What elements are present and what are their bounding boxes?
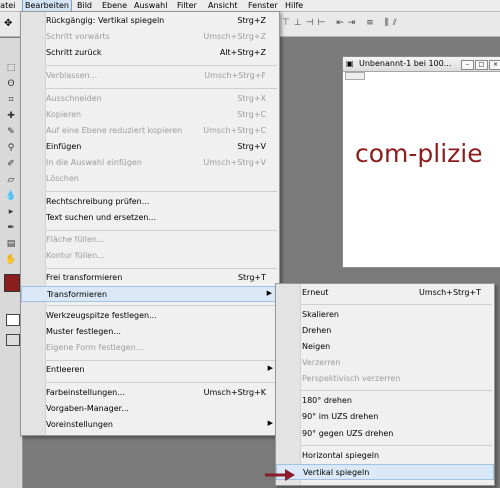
menu-item-color-settings[interactable]: Farbeinstellungen... Umsch+Strg+K xyxy=(21,385,279,401)
close-icon[interactable]: × xyxy=(489,60,500,70)
menu-item-preferences[interactable]: Voreinstellungen ▶ xyxy=(21,417,279,433)
menu-separator xyxy=(46,360,277,361)
transform-submenu: Erneut Umsch+Strg+T Skalieren Drehen Neig… xyxy=(275,283,495,486)
menu-separator xyxy=(46,191,277,192)
pen-tool-icon[interactable]: ✒ xyxy=(4,222,18,235)
submenu-item-flip-horizontal[interactable]: Horizontal spiegeln xyxy=(276,448,494,464)
menu-item-step-forward[interactable]: Schritt vorwärts Umsch+Strg+Z xyxy=(21,29,279,45)
edit-menu: Rückgängig: Vertikal spiegeln Strg+Z Schr… xyxy=(20,11,280,436)
move-tool-icon[interactable]: ✥ xyxy=(4,18,12,29)
crop-tool-icon[interactable]: ⌗ xyxy=(4,94,18,107)
document-window: ▣ Unbenannt-1 bei 100... – □ × com-plizi… xyxy=(342,56,500,268)
menu-separator xyxy=(46,305,277,306)
document-title: Unbenannt-1 bei 100... xyxy=(359,59,452,68)
submenu-item-rotate-90-ccw[interactable]: 90° gegen UZS drehen xyxy=(276,426,494,442)
minimize-icon[interactable]: – xyxy=(461,60,474,70)
menu-item-step-back[interactable]: Schritt zurück Alt+Strg+Z xyxy=(21,45,279,61)
menu-item-free-transform[interactable]: Frei transformieren Strg+T xyxy=(21,270,279,286)
menu-item-define-pattern[interactable]: Muster festlegen... xyxy=(21,324,279,340)
menu-separator xyxy=(301,390,492,391)
menu-separator xyxy=(301,445,492,446)
menu-item-fill[interactable]: Fläche füllen... xyxy=(21,232,279,248)
annotation-arrow-icon xyxy=(265,469,295,481)
menu-filter[interactable]: Filter xyxy=(177,0,197,11)
menu-item-spellcheck[interactable]: Rechtschreibung prüfen... xyxy=(21,194,279,210)
submenu-item-rotate-180[interactable]: 180° drehen xyxy=(276,393,494,409)
menu-separator xyxy=(46,65,277,66)
submenu-item-again[interactable]: Erneut Umsch+Strg+T xyxy=(276,285,494,301)
menu-item-copy-merged[interactable]: Auf eine Ebene reduziert kopieren Umsch+S… xyxy=(21,123,279,139)
menu-item-clear[interactable]: Löschen xyxy=(21,171,279,187)
path-select-icon[interactable]: ▸ xyxy=(4,206,18,219)
quick-mask-icon[interactable] xyxy=(6,314,20,326)
lasso-tool-icon[interactable]: ʘ xyxy=(4,78,18,91)
menu-item-purge[interactable]: Entleeren ▶ xyxy=(21,362,279,378)
notes-tool-icon[interactable]: ▤ xyxy=(4,238,18,251)
eraser-tool-icon[interactable]: ▱ xyxy=(4,174,18,187)
canvas-text: com-plizie xyxy=(355,139,483,168)
document-titlebar[interactable]: ▣ Unbenannt-1 bei 100... – □ × xyxy=(343,57,500,72)
menu-ebene[interactable]: Ebene xyxy=(102,0,127,11)
menu-item-find-replace[interactable]: Text suchen und ersetzen... xyxy=(21,210,279,226)
stamp-tool-icon[interactable]: ⚲ xyxy=(4,142,18,155)
menu-ansicht[interactable]: Ansicht xyxy=(208,0,238,11)
menu-separator xyxy=(46,230,277,231)
menu-item-cut[interactable]: Ausschneiden Strg+X xyxy=(21,91,279,107)
menu-separator xyxy=(46,382,277,383)
menu-datei[interactable]: Datei xyxy=(0,0,15,11)
submenu-item-distort[interactable]: Verzerren xyxy=(276,355,494,371)
menu-item-define-shape[interactable]: Eigene Form festlegen... xyxy=(21,340,279,356)
screen-mode-icon[interactable] xyxy=(6,334,20,346)
align-icons[interactable]: ⊤⊥⊣⊢ ⇤⇥ ≡ ⫼⫽ xyxy=(282,18,401,28)
blur-tool-icon[interactable]: 💧 xyxy=(4,190,18,203)
submenu-item-rotate[interactable]: Drehen xyxy=(276,323,494,339)
submenu-item-scale[interactable]: Skalieren xyxy=(276,307,494,323)
maximize-icon[interactable]: □ xyxy=(475,60,488,70)
foreground-color-swatch[interactable] xyxy=(4,274,20,292)
menu-item-paste-into[interactable]: In die Auswahl einfügen Umsch+Strg+V xyxy=(21,155,279,171)
menu-hilfe[interactable]: Hilfe xyxy=(285,0,303,11)
ps-doc-icon: ▣ xyxy=(346,59,354,68)
menu-item-paste[interactable]: Einfügen Strg+V xyxy=(21,139,279,155)
menu-item-fade[interactable]: Verblassen... Umsch+Strg+F xyxy=(21,68,279,84)
menu-bild[interactable]: Bild xyxy=(77,0,92,11)
tab-icons xyxy=(345,72,365,80)
history-brush-icon[interactable]: ✐ xyxy=(4,158,18,171)
menu-fenster[interactable]: Fenster xyxy=(248,0,278,11)
healing-brush-icon[interactable]: ✚ xyxy=(4,110,18,123)
menu-item-transform[interactable]: Transformieren ▶ xyxy=(21,286,279,302)
menu-separator xyxy=(46,88,277,89)
menu-item-preset-manager[interactable]: Vorgaben-Manager... xyxy=(21,401,279,417)
menu-item-copy[interactable]: Kopieren Strg+C xyxy=(21,107,279,123)
submenu-arrow-icon: ▶ xyxy=(267,419,273,427)
marquee-tool-icon[interactable]: ⬚ xyxy=(4,62,18,75)
menu-separator xyxy=(301,304,492,305)
menu-item-undo[interactable]: Rückgängig: Vertikal spiegeln Strg+Z xyxy=(21,13,279,29)
submenu-item-flip-vertical[interactable]: Vertikal spiegeln xyxy=(276,464,494,480)
brush-tool-icon[interactable]: ✎ xyxy=(4,126,18,139)
menu-item-define-brush[interactable]: Werkzeugspitze festlegen... xyxy=(21,308,279,324)
menu-separator xyxy=(46,268,277,269)
menu-item-stroke[interactable]: Kontur füllen... xyxy=(21,248,279,264)
submenu-item-skew[interactable]: Neigen xyxy=(276,339,494,355)
submenu-arrow-icon: ▶ xyxy=(267,364,273,372)
submenu-item-rotate-90-cw[interactable]: 90° im UZS drehen xyxy=(276,409,494,425)
menu-auswahl[interactable]: Auswahl xyxy=(134,0,167,11)
submenu-item-perspective[interactable]: Perspektivisch verzerren xyxy=(276,371,494,387)
submenu-arrow-icon: ▶ xyxy=(266,289,272,297)
hand-tool-icon[interactable]: ✋ xyxy=(4,254,18,267)
